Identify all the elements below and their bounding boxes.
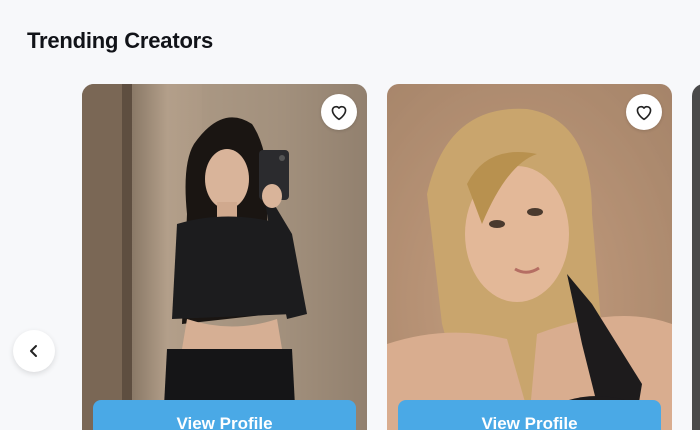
heart-outline-icon — [331, 105, 347, 121]
favorite-button[interactable] — [626, 94, 662, 130]
chevron-left-icon — [30, 345, 37, 357]
section-title: Trending Creators — [27, 28, 214, 53]
creator-photo — [387, 84, 672, 430]
creator-card[interactable]: View Profile — [387, 84, 672, 430]
view-profile-button[interactable]: View Profile — [93, 400, 356, 430]
creator-card-partial[interactable] — [692, 84, 700, 430]
carousel-prev-button[interactable] — [13, 330, 55, 372]
heart-outline-icon — [636, 105, 652, 121]
view-profile-button[interactable]: View Profile — [398, 400, 661, 430]
creator-card[interactable]: View Profile — [82, 84, 367, 430]
favorite-button[interactable] — [321, 94, 357, 130]
creator-photo — [82, 84, 367, 430]
creators-carousel: View Profile View Profile — [0, 84, 700, 430]
